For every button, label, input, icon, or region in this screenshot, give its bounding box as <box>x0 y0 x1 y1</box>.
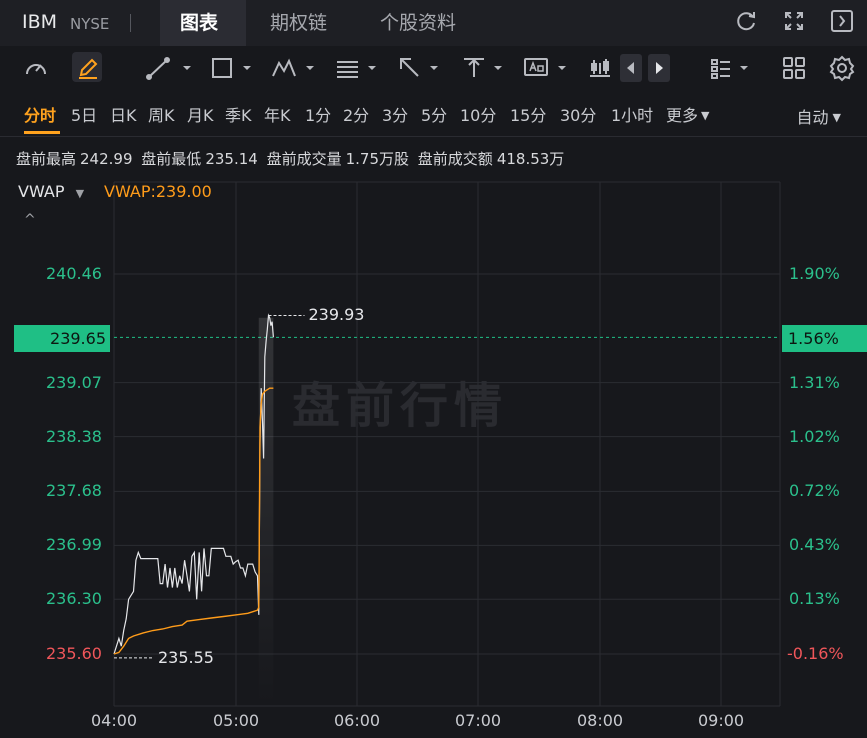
current-pct-tag: 1.56% <box>782 325 867 352</box>
y-tick-label-right: 0.72% <box>789 481 840 501</box>
y-tick-label-left: 235.60 <box>46 644 102 663</box>
indicator-name: VWAP <box>18 182 65 201</box>
collapse-indicator-icon[interactable]: ^ <box>24 212 36 228</box>
price-series-line <box>113 313 274 655</box>
spike-shading <box>258 317 274 706</box>
y-tick-label-left: 239.07 <box>46 372 102 392</box>
y-tick-label-right: 0.13% <box>789 589 840 609</box>
indicator-selector[interactable]: VWAP ▼ <box>18 182 84 201</box>
indicator-row: VWAP ▼ VWAP:239.00 <box>18 182 212 201</box>
y-tick-label-left: 237.68 <box>46 481 102 501</box>
x-tick-label: 09:00 <box>698 711 745 730</box>
current-price-tag: 239.65 <box>14 325 110 352</box>
caret-down-icon: ▼ <box>75 187 85 200</box>
vwap-value: VWAP:239.00 <box>104 182 212 201</box>
x-tick-label: 04:00 <box>91 711 138 730</box>
y-tick-label-right: -0.16% <box>787 644 844 663</box>
y-tick-label-left: 240.46 <box>46 264 102 283</box>
y-tick-label-right: 1.31% <box>789 372 840 392</box>
high-marker-label: 239.93 <box>308 305 365 325</box>
y-tick-label-left: 236.99 <box>46 535 102 555</box>
y-tick-label-left: 238.38 <box>46 426 102 446</box>
y-tick-label-right: 0.43% <box>789 535 840 555</box>
vwap-series-line <box>113 387 274 655</box>
x-tick-label: 06:00 <box>334 711 381 730</box>
y-tick-label-right: 1.90% <box>789 264 840 283</box>
x-tick-label: 05:00 <box>213 711 260 730</box>
x-tick-label: 07:00 <box>455 711 502 730</box>
y-tick-label-right: 1.02% <box>789 426 840 446</box>
y-tick-label-left: 236.30 <box>46 589 102 609</box>
x-tick-label: 08:00 <box>577 711 624 730</box>
low-marker-label: 235.55 <box>158 647 214 667</box>
price-chart[interactable] <box>0 0 867 738</box>
